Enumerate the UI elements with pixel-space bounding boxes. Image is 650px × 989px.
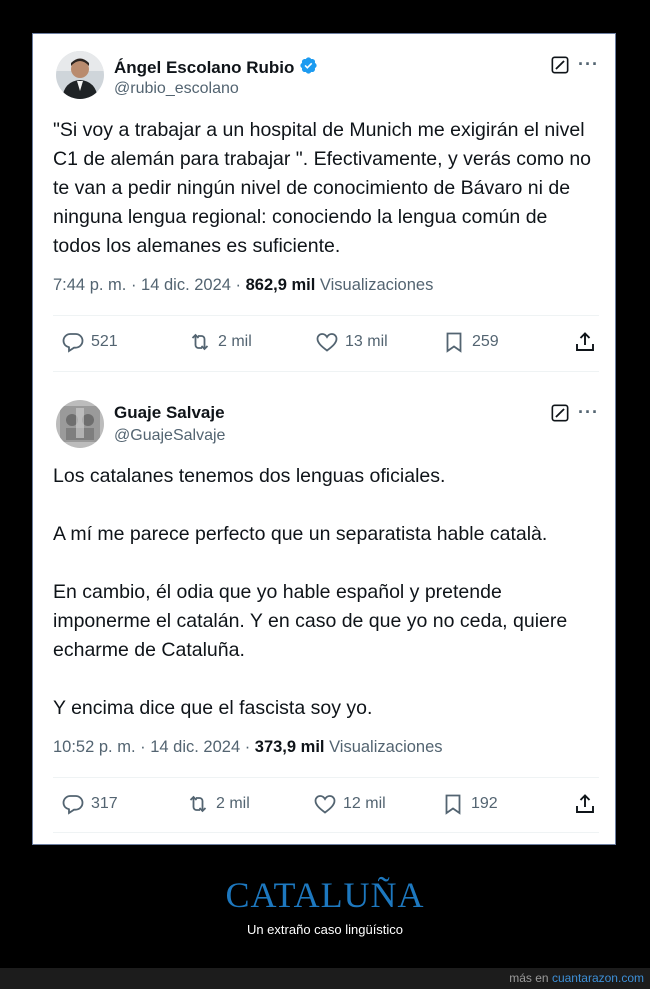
bookmark-icon: [446, 332, 462, 353]
bookmark-count: 259: [472, 333, 499, 350]
more-options-icon[interactable]: ···: [578, 402, 599, 423]
retweet-icon: [191, 333, 209, 351]
tweet-1: Ángel Escolano Rubio @rubio_escolano ···…: [33, 34, 615, 387]
tweet-2: Guaje Salvaje @GuajeSalvaje ··· Los cata…: [33, 387, 615, 844]
reply-button[interactable]: 521: [61, 330, 118, 354]
divider: [53, 777, 599, 778]
credit-prefix: más en: [509, 971, 552, 985]
bookmark-button[interactable]: 192: [441, 792, 498, 816]
action-bar: 317 2 mil 12 mil 192: [53, 792, 599, 822]
reply-button[interactable]: 317: [61, 792, 118, 816]
bookmark-icon: [445, 794, 461, 815]
views-label: Visualizaciones: [324, 738, 443, 756]
tweet-text: "Si voy a trabajar a un hospital de Muni…: [53, 119, 592, 257]
action-bar: 521 2 mil 13 mil 259: [53, 330, 599, 360]
retweet-button[interactable]: 2 mil: [186, 792, 250, 816]
tweet-text: Los catalanes tenemos dos lenguas oficia…: [53, 465, 568, 719]
author-name-row[interactable]: Guaje Salvaje: [114, 403, 225, 423]
grok-icon[interactable]: [551, 404, 569, 422]
retweet-count: 2 mil: [218, 333, 252, 350]
views-label: Visualizaciones: [315, 276, 434, 294]
retweet-icon: [189, 795, 207, 813]
bottom-bar: más en cuantarazon.com: [0, 968, 650, 989]
divider: [53, 832, 599, 833]
tweet-time[interactable]: 10:52 p. m. · 14 dic. 2024 ·: [53, 738, 255, 756]
retweet-button[interactable]: 2 mil: [188, 330, 252, 354]
divider: [53, 371, 599, 372]
reply-count: 317: [91, 795, 118, 812]
grok-icon[interactable]: [551, 56, 569, 74]
author-name[interactable]: Ángel Escolano Rubio: [114, 58, 294, 78]
meme-subtitle: Un extraño caso lingüístico: [246, 922, 404, 937]
author-handle[interactable]: @GuajeSalvaje: [114, 427, 225, 445]
meme-title: CATALUÑA: [225, 875, 425, 915]
reply-icon: [62, 333, 84, 353]
share-button[interactable]: [573, 792, 597, 816]
heart-icon: [314, 795, 336, 814]
retweet-count: 2 mil: [216, 795, 250, 812]
share-button[interactable]: [573, 330, 597, 354]
like-button[interactable]: 13 mil: [315, 330, 388, 354]
divider: [53, 315, 599, 316]
author-handle[interactable]: @rubio_escolano: [114, 80, 239, 98]
more-options-icon[interactable]: ···: [578, 54, 599, 75]
like-count: 13 mil: [345, 333, 388, 350]
author-name-row[interactable]: Ángel Escolano Rubio: [114, 56, 318, 80]
share-icon: [576, 794, 594, 813]
views-count: 862,9 mil: [245, 276, 316, 294]
avatar[interactable]: [56, 400, 104, 448]
tweets-frame: Ángel Escolano Rubio @rubio_escolano ···…: [32, 33, 616, 845]
reply-icon: [62, 795, 84, 815]
avatar[interactable]: [56, 51, 104, 99]
like-count: 12 mil: [343, 795, 386, 812]
tweet-time[interactable]: 7:44 p. m. · 14 dic. 2024 ·: [53, 276, 246, 294]
site-link[interactable]: cuantarazon.com: [552, 971, 644, 985]
author-name[interactable]: Guaje Salvaje: [114, 403, 225, 423]
tweet-meta: 7:44 p. m. · 14 dic. 2024 · 862,9 mil Vi…: [53, 276, 433, 295]
bookmark-button[interactable]: 259: [442, 330, 499, 354]
bookmark-count: 192: [471, 795, 498, 812]
like-button[interactable]: 12 mil: [313, 792, 386, 816]
tweet-meta: 10:52 p. m. · 14 dic. 2024 · 373,9 mil V…: [53, 738, 443, 757]
views-count: 373,9 mil: [254, 738, 325, 756]
heart-icon: [316, 333, 338, 352]
verified-badge-icon: [299, 56, 318, 80]
site-credit: más en cuantarazon.com: [509, 971, 644, 985]
reply-count: 521: [91, 333, 118, 350]
share-icon: [576, 332, 594, 351]
